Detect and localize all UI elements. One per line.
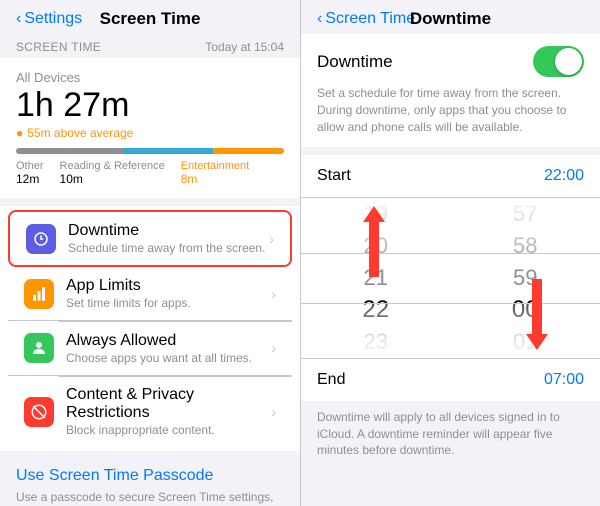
downtime-description: Set a schedule for time away from the sc… [317,85,584,135]
arrow-up-indicator [363,206,385,277]
arrow-down-shaft [532,279,542,334]
end-label: End [317,371,345,389]
picker-line-bottom [301,303,600,304]
arrow-up-head [363,206,385,222]
screen-time-section-header: SCREEN TIME Today at 15:04 [0,34,300,58]
right-nav-title: Downtime [410,9,491,29]
alwaysallowed-title: Always Allowed [66,332,271,350]
passcode-desc: Use a passcode to secure Screen Time set… [16,489,284,506]
avg-icon: ● [16,126,23,140]
bar-label-reading: Reading & Reference 10m [60,160,165,186]
start-section: Start 22:00 [301,155,600,358]
arrow-down-indicator [526,279,548,350]
passcode-section: Use Screen Time Passcode Use a passcode … [0,459,300,506]
alwaysallowed-icon [24,333,54,363]
applimits-title: App Limits [66,277,271,295]
downtime-section-label: Downtime [317,52,393,72]
chevron-right-icon: › [269,231,274,247]
downtime-icon [26,224,56,254]
section-time: Today at 15:04 [205,40,284,54]
bar-other [16,148,123,154]
chevron-left-icon: ‹ [317,10,322,28]
start-value: 22:00 [544,167,584,185]
arrow-down-head [526,334,548,350]
picker-min-1: 58 [451,230,600,262]
end-section: End 07:00 [301,358,600,401]
menu-item-applimits[interactable]: App Limits Set time limits for apps. › [8,267,292,321]
right-panel: ‹ Screen Time Downtime Downtime Set a sc… [300,0,600,506]
menu-item-content[interactable]: Content & Privacy Restrictions Block ina… [8,376,292,447]
bar-label-other: Other 12m [16,160,44,186]
arrow-up-shaft [369,222,379,277]
picker-min-0: 57 [451,198,600,230]
start-row[interactable]: Start 22:00 [301,155,600,198]
alwaysallowed-subtitle: Choose apps you want at all times. [66,351,271,365]
content-icon [24,397,54,427]
right-nav-bar: ‹ Screen Time Downtime [301,0,600,34]
end-value: 07:00 [544,371,584,389]
toggle-knob [555,48,582,75]
chevron-right-icon: › [271,404,276,420]
bar-entertainment [213,148,284,154]
start-label: Start [317,167,351,185]
menu-list: Downtime Schedule time away from the scr… [0,206,300,451]
content-text: Content & Privacy Restrictions Block ina… [66,386,271,437]
device-label: All Devices [16,70,284,85]
time-picker[interactable]: 19 20 21 22 23 57 58 59 00 01 [301,198,600,358]
applimits-text: App Limits Set time limits for apps. [66,277,271,310]
downtime-subtitle: Schedule time away from the screen. [68,241,269,255]
downtime-toggle-section: Downtime Set a schedule for time away fr… [301,34,600,147]
screen-time-card[interactable]: All Devices 1h 27m ● 55m above average O… [0,58,300,198]
end-description: Downtime will apply to all devices signe… [301,401,600,467]
picker-hour-selected: 22 [301,294,451,326]
applimits-subtitle: Set time limits for apps. [66,296,271,310]
passcode-link-text[interactable]: Use Screen Time Passcode [16,467,284,485]
chevron-right-icon: › [271,286,276,302]
chevron-left-icon: ‹ [16,10,21,28]
left-panel: ‹ Settings Screen Time SCREEN TIME Today… [0,0,300,506]
menu-item-downtime[interactable]: Downtime Schedule time away from the scr… [8,210,292,267]
bar-labels: Other 12m Reading & Reference 10m Entert… [16,160,284,186]
left-nav-title: Screen Time [100,9,201,29]
downtime-text: Downtime Schedule time away from the scr… [68,222,269,255]
content-subtitle: Block inappropriate content. [66,423,271,437]
total-time: 1h 27m [16,87,284,124]
end-row[interactable]: End 07:00 [301,359,600,401]
section-label: SCREEN TIME [16,40,101,54]
bar-reading [123,148,212,154]
avg-text: 55m above average [27,126,133,140]
content-title: Content & Privacy Restrictions [66,386,271,422]
settings-back-button[interactable]: ‹ Settings [16,10,82,28]
screen-time-back-button[interactable]: ‹ Screen Time [317,10,415,28]
left-nav-bar: ‹ Settings Screen Time [0,0,300,34]
usage-bar [16,148,284,154]
right-content: Downtime Set a schedule for time away fr… [301,34,600,506]
downtime-title: Downtime [68,222,269,240]
applimits-icon [24,279,54,309]
picker-columns: 19 20 21 22 23 57 58 59 00 01 [301,198,600,358]
menu-item-alwaysallowed[interactable]: Always Allowed Choose apps you want at a… [8,322,292,376]
downtime-toggle-row: Downtime [317,46,584,77]
downtime-toggle[interactable] [533,46,584,77]
picker-hour-4: 23 [301,326,451,358]
picker-line-top [301,253,600,254]
above-average-row: ● 55m above average [16,126,284,140]
chevron-right-icon: › [271,340,276,356]
alwaysallowed-text: Always Allowed Choose apps you want at a… [66,332,271,365]
bar-label-entertainment: Entertainment 8m [181,160,249,186]
